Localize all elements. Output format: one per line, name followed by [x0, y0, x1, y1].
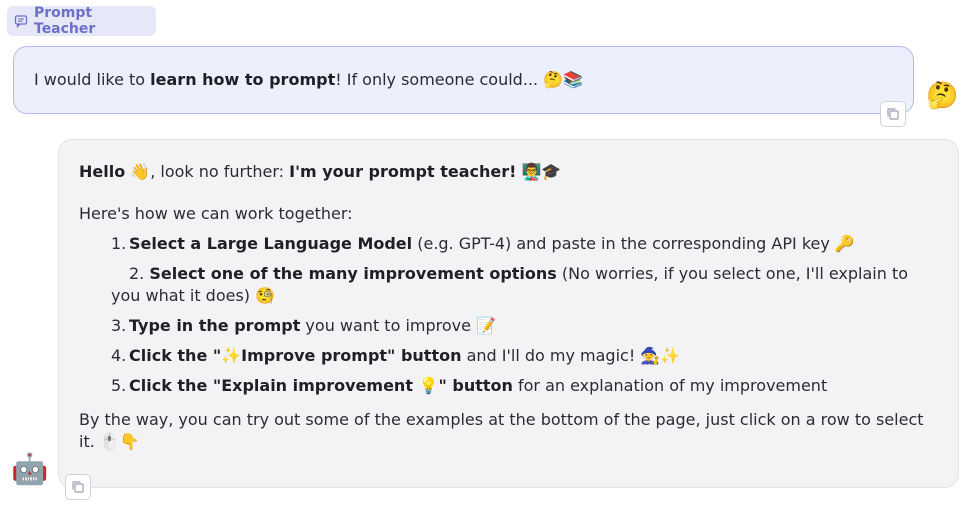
prompt-teacher-chip: Prompt Teacher — [7, 5, 156, 37]
bot-message-bubble: Hello 👋, look no further: I'm your promp… — [58, 139, 959, 488]
step-text: (e.g. GPT-4) and paste in the correspond… — [412, 234, 855, 253]
list-item: 3. Type in the prompt you want to improve… — [79, 315, 938, 337]
copy-icon — [71, 480, 85, 494]
greeting-line: Hello 👋, look no further: I'm your promp… — [79, 161, 938, 183]
step-number: 1. — [111, 234, 127, 253]
list-item: 4. Click the "✨Improve prompt" button and… — [79, 345, 938, 367]
copy-icon — [886, 107, 900, 121]
user-message-text-2: ! If only someone could... 🤔📚 — [335, 70, 584, 89]
step-bold: Click the "Explain improvement 💡" button — [129, 376, 513, 395]
greeting-bold: Hello — [79, 162, 126, 181]
greeting-text: 👋, look no further: — [125, 162, 290, 181]
intro-line: Here's how we can work together: — [79, 204, 353, 223]
list-item: 2. Select one of the many improvement op… — [79, 263, 938, 307]
user-message-bold: learn how to prompt — [150, 70, 336, 89]
bot-avatar: 🤖 — [11, 452, 49, 487]
step-bold: Type in the prompt — [129, 316, 301, 335]
user-avatar: 🤔 — [926, 81, 959, 111]
list-item: 5. Click the "Explain improvement 💡" butt… — [79, 375, 938, 397]
user-message-text-1: I would like to — [34, 70, 151, 89]
step-bold: Click the "✨Improve prompt" button — [129, 346, 462, 365]
teacher-bold: I'm your prompt teacher! — [289, 162, 517, 181]
step-number: 2. — [129, 264, 145, 283]
step-text: you want to improve 📝 — [300, 316, 496, 335]
teacher-emoji: 👨‍🏫🎓 — [516, 162, 562, 181]
step-bold: Select a Large Language Model — [129, 234, 413, 253]
step-text: and I'll do my magic! 🧙✨ — [461, 346, 681, 365]
step-number: 3. — [111, 316, 127, 335]
list-item: 1. Select a Large Language Model (e.g. GP… — [79, 233, 938, 255]
user-message-bubble: I would like to learn how to prompt! If … — [13, 46, 914, 114]
copy-bot-message-button[interactable] — [65, 474, 91, 500]
step-text: for an explanation of my improvement — [512, 376, 828, 395]
chat-bubble-icon — [14, 14, 28, 28]
step-number: 4. — [111, 346, 127, 365]
step-number: 5. — [111, 376, 127, 395]
copy-user-message-button[interactable] — [880, 101, 906, 127]
steps-list: 1. Select a Large Language Model (e.g. GP… — [79, 233, 938, 397]
chip-label: Prompt Teacher — [34, 5, 96, 37]
step-bold: Select one of the many improvement optio… — [149, 264, 557, 283]
outro-line: By the way, you can try out some of the … — [79, 410, 924, 451]
